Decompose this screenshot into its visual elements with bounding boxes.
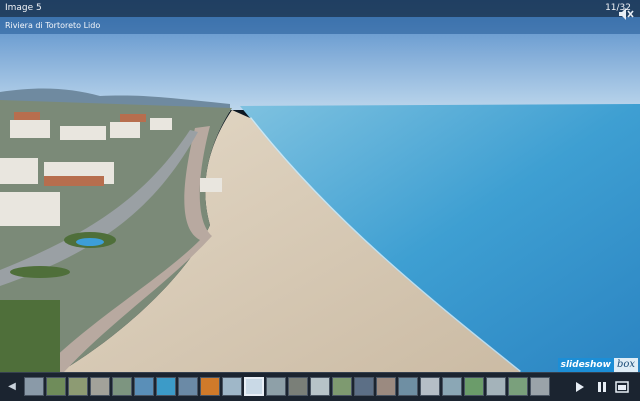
thumbnail[interactable] (442, 377, 462, 396)
thumbnail[interactable] (530, 377, 550, 396)
thumbnail[interactable] (24, 377, 44, 396)
thumbnail[interactable] (508, 377, 528, 396)
thumbnail[interactable] (244, 377, 264, 396)
thumbnail[interactable] (134, 377, 154, 396)
caption-bar: Riviera di Tortoreto Lido (0, 17, 640, 34)
thumbnail[interactable] (420, 377, 440, 396)
thumbnail[interactable] (288, 377, 308, 396)
thumbnail[interactable] (310, 377, 330, 396)
beach-photo (0, 0, 640, 372)
slide-caption: Riviera di Tortoreto Lido (5, 21, 101, 30)
thumbnail[interactable] (332, 377, 352, 396)
thumbnail[interactable] (112, 377, 132, 396)
thumbnail[interactable] (464, 377, 484, 396)
thumbnail[interactable] (156, 377, 176, 396)
thumbnail[interactable] (222, 377, 242, 396)
title-bar: Image 5 11/32 (0, 0, 640, 17)
thumbnail-list (24, 377, 550, 397)
thumbnail[interactable] (90, 377, 110, 396)
thumbnail[interactable] (376, 377, 396, 396)
thumbnail[interactable] (354, 377, 374, 396)
play-icon[interactable] (572, 378, 588, 396)
thumbnail[interactable] (46, 377, 66, 396)
thumbnail[interactable] (178, 377, 198, 396)
thumbnail[interactable] (486, 377, 506, 396)
brand-box: box (613, 358, 638, 372)
chevron-left-icon[interactable]: ◀ (6, 380, 18, 394)
thumbnail[interactable] (266, 377, 286, 396)
brand-slideshow: slideshow (557, 358, 614, 372)
thumbnail-strip: ◀ (0, 372, 640, 401)
speaker-mute-icon[interactable] (618, 6, 634, 20)
pause-icon[interactable] (594, 378, 610, 396)
fullscreen-icon[interactable] (614, 378, 630, 396)
thumbnail[interactable] (398, 377, 418, 396)
thumbnail[interactable] (200, 377, 220, 396)
thumbnail[interactable] (68, 377, 88, 396)
slideshow-branding[interactable]: slideshow box (557, 358, 638, 372)
image-title: Image 5 (5, 3, 42, 13)
slide-image (0, 0, 640, 372)
